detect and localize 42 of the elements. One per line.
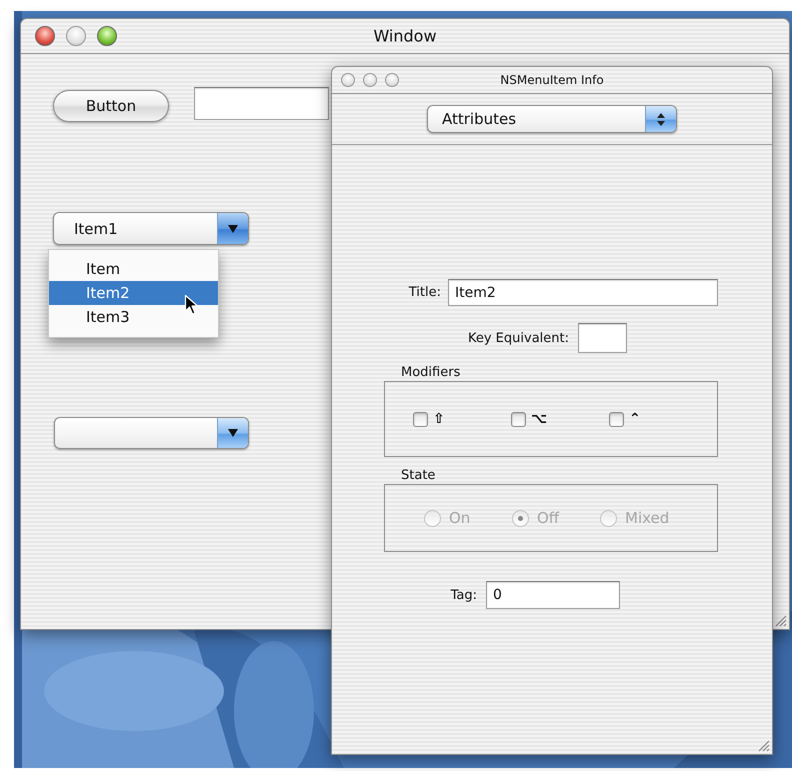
zoom-button[interactable] <box>385 73 399 87</box>
minimize-button[interactable] <box>363 73 377 87</box>
menu-item[interactable]: Item3 <box>49 305 218 329</box>
modifier-symbol: ⌃ <box>629 411 641 427</box>
cursor-icon <box>184 294 198 316</box>
close-button[interactable] <box>341 73 355 87</box>
text-field[interactable] <box>194 87 329 120</box>
push-button[interactable]: Button <box>53 90 169 122</box>
radio-button[interactable] <box>512 510 529 526</box>
window-title: Window <box>373 26 437 46</box>
popup-button[interactable] <box>54 417 249 449</box>
checkbox[interactable] <box>511 412 526 426</box>
group-label: State <box>401 468 436 484</box>
checkbox[interactable] <box>609 412 624 426</box>
input-field[interactable]: Item2 <box>448 279 718 306</box>
menu-item[interactable]: Item <box>49 257 218 281</box>
up-down-arrows-icon <box>657 112 665 126</box>
field-label: Key Equivalent: <box>468 330 569 346</box>
menu-item[interactable]: Item2 <box>49 281 218 305</box>
group-label: Modifiers <box>401 365 460 381</box>
dropdown-arrow-icon <box>228 429 238 437</box>
resize-grip-icon[interactable] <box>775 615 787 627</box>
popup-button[interactable]: Item1 <box>53 212 249 245</box>
radio-button[interactable] <box>424 510 441 526</box>
input-field[interactable] <box>578 323 627 353</box>
popup-button[interactable]: Attributes <box>427 105 677 133</box>
dropdown-arrow-icon <box>228 224 238 232</box>
radio-label: Off <box>537 509 560 527</box>
radio-label: On <box>449 509 470 527</box>
close-button[interactable] <box>35 26 55 46</box>
checkbox[interactable] <box>413 412 428 426</box>
resize-grip-icon[interactable] <box>758 740 770 752</box>
modifier-symbol: ⌥ <box>531 411 548 427</box>
radio-label: Mixed <box>625 509 670 527</box>
window-title: NSMenuItem Info <box>500 73 604 87</box>
field-label: Title: <box>408 285 441 300</box>
zoom-button[interactable] <box>97 26 117 46</box>
radio-button[interactable] <box>600 510 617 526</box>
input-field[interactable]: 0 <box>486 581 620 609</box>
minimize-button[interactable] <box>66 26 86 46</box>
field-label: Tag: <box>450 588 477 602</box>
modifier-symbol: ⇧ <box>433 411 445 427</box>
